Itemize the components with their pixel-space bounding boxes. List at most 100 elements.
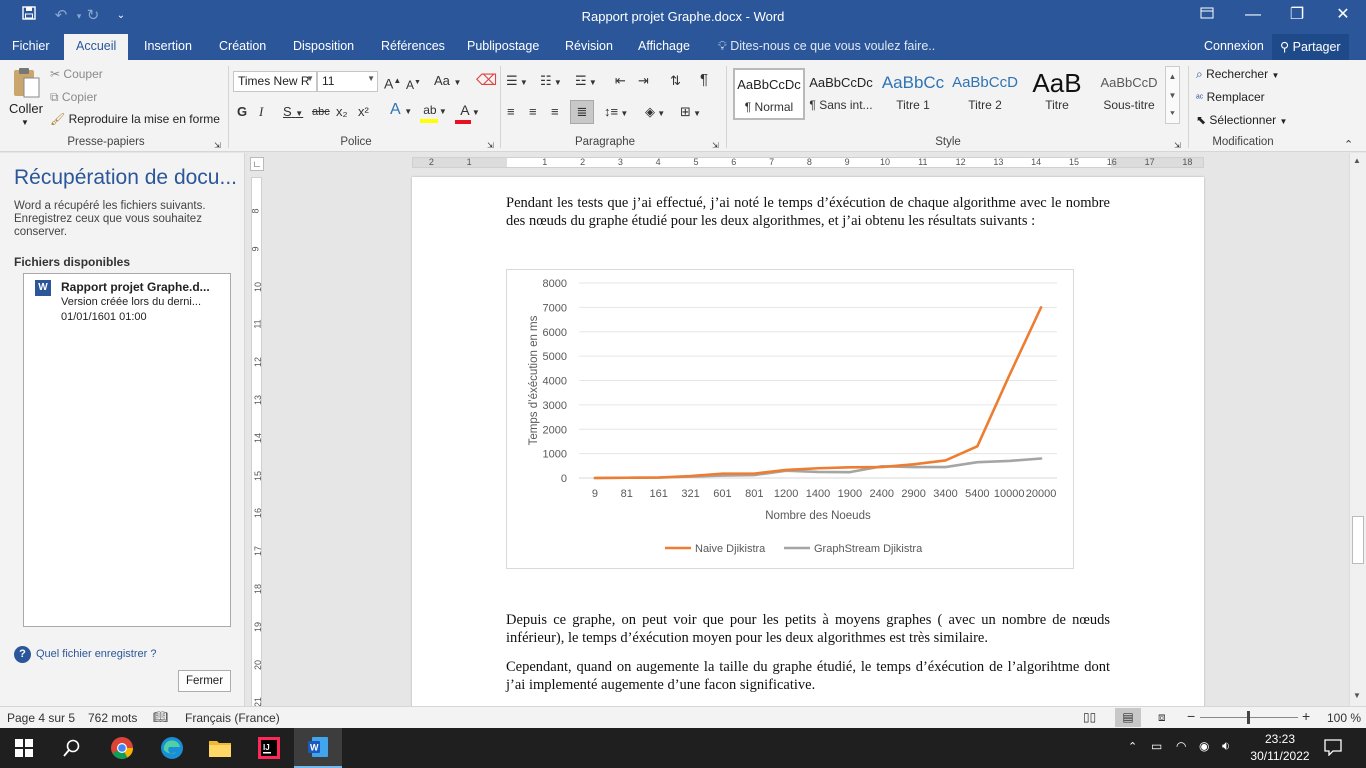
style-3[interactable]: AaBbCcD Titre 2 — [949, 68, 1021, 120]
align-center-icon[interactable]: ≡ — [529, 103, 537, 121]
chevron-down-icon[interactable]: ▼ — [1166, 86, 1179, 105]
paste-dropdown-icon[interactable]: ▼ — [21, 118, 29, 127]
horizontal-ruler[interactable]: 2 1 1 2 3 4 5 6 7 8 9 10 11 12 13 14 15 16 17 18 — [412, 157, 1204, 168]
increase-indent-icon[interactable]: ⇥ — [638, 72, 649, 90]
zoom-in-button[interactable]: + — [1302, 708, 1310, 724]
paste-button[interactable]: Coller — [9, 101, 43, 116]
signin-link[interactable]: Connexion — [1204, 39, 1264, 53]
multilevel-list-icon[interactable]: ☲ ▼ — [575, 72, 597, 92]
chevron-up-icon[interactable]: ▲ — [1166, 67, 1179, 86]
vertical-scrollbar[interactable]: ▲ ▼ — [1349, 153, 1366, 706]
chevron-up-icon[interactable]: ▲ — [1353, 156, 1361, 165]
tell-me-box[interactable]: 💡︎ Dites-nous ce que vous voulez faire.. — [718, 39, 935, 54]
paragraph-conclusion[interactable]: Cependant, quand on augemente la taille … — [506, 658, 1110, 694]
paste-icon[interactable] — [10, 66, 42, 100]
tab-selector-icon[interactable]: ∟ — [250, 157, 264, 171]
paragraph-intro[interactable]: Pendant les tests que j’ai effectué, j’a… — [506, 194, 1110, 230]
zoom-level[interactable]: 100 % — [1327, 711, 1361, 725]
notifications-icon[interactable] — [1324, 738, 1342, 759]
tab-affichage[interactable]: Affichage — [638, 39, 690, 53]
decrease-indent-icon[interactable]: ⇤ — [615, 72, 626, 90]
chevron-up-icon[interactable]: ⌃ — [1128, 740, 1137, 753]
borders-icon[interactable]: ⊞ ▼ — [680, 103, 701, 123]
zoom-out-button[interactable]: − — [1187, 708, 1195, 724]
minimize-button[interactable]: — — [1230, 0, 1276, 32]
web-layout-icon[interactable]: ⧈ — [1158, 710, 1166, 725]
strikethrough-button[interactable]: abc — [312, 103, 330, 121]
intellij-icon[interactable]: IJ — [245, 728, 293, 768]
tab-accueil[interactable]: Accueil — [64, 34, 129, 60]
line-spacing-icon[interactable]: ↕≡ ▼ — [604, 103, 628, 123]
italic-button[interactable]: I — [259, 103, 263, 121]
start-icon[interactable] — [0, 728, 48, 768]
read-mode-icon[interactable]: ▯▯ — [1083, 710, 1096, 724]
style-0[interactable]: AaBbCcDc ¶ Normal — [733, 68, 805, 120]
cut-button[interactable]: ✂ Couper — [50, 67, 103, 81]
highlight-color-button[interactable]: ab ▼ — [420, 101, 450, 123]
style-2[interactable]: AaBbCc Titre 1 — [877, 68, 949, 120]
tab-references[interactable]: Références — [381, 39, 445, 53]
close-pane-button[interactable]: Fermer — [178, 670, 231, 692]
underline-button[interactable]: S ▼ — [283, 103, 303, 123]
search-icon[interactable] — [48, 728, 96, 768]
ribbon-display-icon[interactable] — [1184, 0, 1230, 32]
tab-fichier[interactable]: Fichier — [12, 39, 50, 53]
paragraph-observation[interactable]: Depuis ce graphe, on peut voir que pour … — [506, 611, 1110, 647]
tab-insertion[interactable]: Insertion — [144, 39, 192, 53]
share-button[interactable]: ⚲ Partager — [1272, 34, 1349, 60]
zoom-slider-thumb[interactable] — [1247, 711, 1250, 724]
chart-frame[interactable]: 0 1000 2000 3000 4000 5000 6000 7000 8000 9 81 161 3… — [506, 269, 1074, 569]
language[interactable]: Français (France) — [185, 711, 280, 725]
tab-creation[interactable]: Création — [219, 39, 266, 53]
clear-formatting-icon[interactable]: ⌫ — [476, 72, 497, 90]
edge-icon[interactable] — [148, 728, 196, 768]
font-color-button[interactable]: A ▼ — [455, 101, 485, 124]
proofing-icon[interactable]: 📖︎ — [153, 710, 168, 724]
numbering-icon[interactable]: ☷ ▼ — [540, 72, 562, 92]
clock-time[interactable]: 23:23 — [1248, 732, 1312, 746]
maximize-button[interactable]: ❐ — [1274, 0, 1320, 32]
print-layout-icon[interactable]: ▤ — [1115, 708, 1141, 727]
align-left-icon[interactable]: ≡ — [507, 103, 515, 121]
chevron-down-icon[interactable]: ▼ — [1353, 691, 1361, 700]
volume-icon[interactable]: 🔉︎ — [1222, 738, 1230, 754]
find-button[interactable]: ⌕ Rechercher ▼ — [1196, 67, 1279, 82]
recovered-file-item[interactable]: W Rapport projet Graphe.d... Version cré… — [24, 274, 230, 330]
document-page[interactable]: Pendant les tests que j’ai effectué, j’a… — [412, 177, 1204, 706]
wifi-icon[interactable]: ◠ — [1176, 739, 1186, 753]
shrink-font-icon[interactable]: A▼ — [406, 74, 421, 94]
change-case-icon[interactable]: Aa ▼ — [434, 72, 461, 92]
subscript-button[interactable]: x₂ — [336, 103, 348, 121]
tab-publipostage[interactable]: Publipostage — [467, 39, 539, 53]
more-icon[interactable]: ⯆ — [1166, 105, 1179, 123]
justify-icon[interactable]: ≣ — [570, 100, 594, 124]
page-count[interactable]: Page 4 sur 5 — [7, 711, 75, 725]
format-painter-button[interactable]: 🖌︎ Reproduire la mise en forme — [50, 112, 220, 126]
grow-font-icon[interactable]: A▲ — [384, 72, 401, 93]
word-count[interactable]: 762 mots — [88, 711, 137, 725]
tab-disposition[interactable]: Disposition — [293, 39, 354, 53]
webcam-icon[interactable]: ◉ — [1199, 739, 1209, 753]
battery-icon[interactable]: ▭ — [1151, 739, 1162, 753]
scroll-thumb[interactable] — [1352, 516, 1364, 564]
select-button[interactable]: ⬉ Sélectionner ▼ — [1196, 113, 1287, 127]
replace-button[interactable]: ᵃᶜ Remplacer — [1196, 90, 1265, 104]
font-name-combo[interactable]: Times New R ▼ — [233, 71, 317, 92]
tab-revision[interactable]: Révision — [565, 39, 613, 53]
copy-button[interactable]: ⧉ Copier — [50, 90, 97, 105]
bullets-icon[interactable]: ☰ ▼ — [506, 72, 528, 92]
bold-button[interactable]: G — [237, 103, 247, 121]
shading-icon[interactable]: ◈ ▼ — [645, 103, 665, 123]
style-4[interactable]: AaB Titre — [1021, 68, 1093, 120]
close-button[interactable]: ✕ — [1320, 0, 1366, 32]
vertical-ruler[interactable]: 8 9 10 11 12 13 14 15 16 17 18 19 20 21 — [251, 177, 263, 706]
chrome-icon[interactable] — [98, 728, 146, 768]
text-effects-icon[interactable]: A ▼ — [390, 101, 412, 121]
sort-icon[interactable]: ⇅ — [670, 72, 681, 90]
collapse-ribbon-icon[interactable]: ⌃ — [1344, 136, 1353, 154]
show-formatting-button[interactable]: ¶ — [700, 71, 708, 89]
styles-scroll[interactable]: ▲ ▼ ⯆ — [1165, 66, 1180, 124]
help-link[interactable]: Quel fichier enregistrer ? — [36, 648, 156, 660]
superscript-button[interactable]: x² — [358, 103, 369, 121]
align-right-icon[interactable]: ≡ — [551, 103, 559, 121]
